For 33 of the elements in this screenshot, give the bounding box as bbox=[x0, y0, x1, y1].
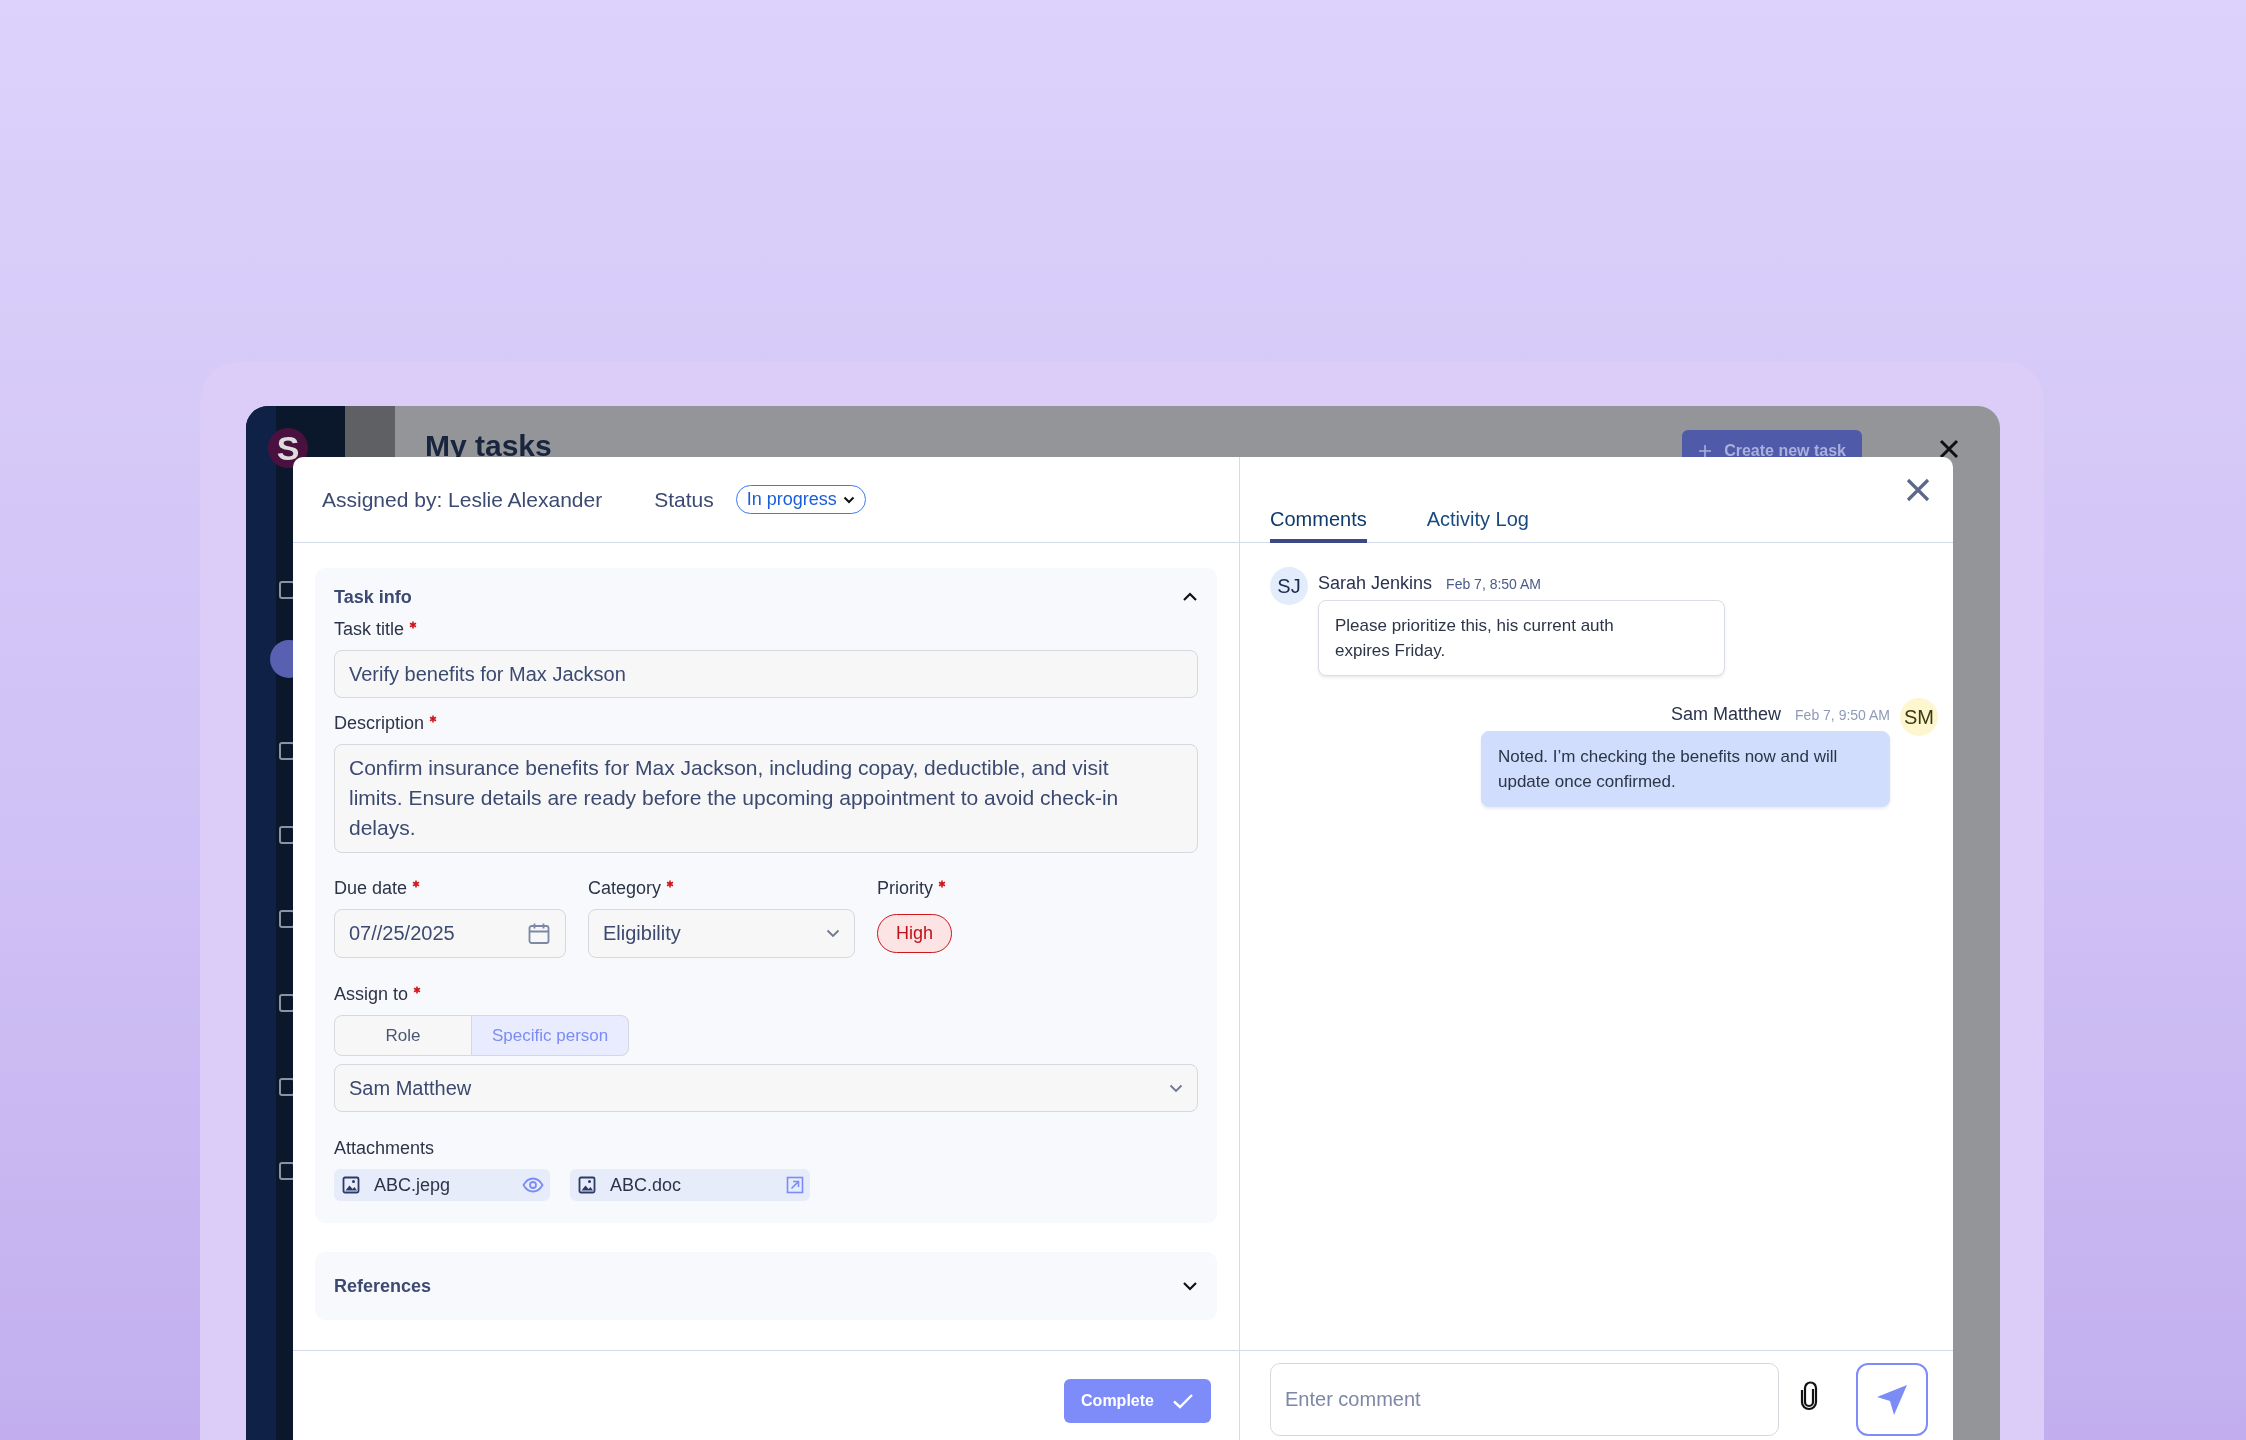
avatar: SM bbox=[1900, 698, 1938, 736]
task-title-field[interactable]: Verify benefits for Max Jackson bbox=[334, 650, 1198, 698]
comment-time: Feb 7, 9:50 AM bbox=[1795, 707, 1890, 723]
tab[interactable]: Comments bbox=[1270, 508, 1367, 543]
avatar: SJ bbox=[1270, 567, 1308, 605]
field-label: Priority bbox=[877, 877, 933, 899]
priority-badge[interactable]: High bbox=[877, 914, 953, 953]
assigned-by-text: Assigned by: Leslie Alexander bbox=[322, 487, 603, 512]
tab[interactable]: Activity Log bbox=[1426, 508, 1529, 543]
attachment-chip[interactable]: ABC.jepg bbox=[334, 1169, 550, 1201]
segment-option[interactable]: Role bbox=[334, 1015, 472, 1056]
status-label: Status bbox=[654, 487, 714, 512]
comment-bubble: Noted. I’m checking the benefits now and will update once confirmed. bbox=[1481, 731, 1890, 807]
comment-author: Sarah Jenkins bbox=[1318, 573, 1433, 594]
comment-bubble: Please prioritize this, his current auth expires Friday. bbox=[1318, 600, 1725, 676]
field-label: Attachments bbox=[334, 1137, 435, 1159]
attachment-chip[interactable]: ABC.doc bbox=[570, 1169, 810, 1201]
field-label: Category bbox=[588, 877, 662, 899]
field-label: Description bbox=[334, 712, 425, 734]
field-label: Assign to bbox=[334, 983, 409, 1005]
comment-time: Feb 7, 8:50 AM bbox=[1446, 576, 1542, 592]
comment-author: Sam Matthew bbox=[1671, 704, 1782, 725]
section-title: References bbox=[334, 1275, 432, 1297]
app-logo: S bbox=[268, 428, 308, 468]
field-label: Due date bbox=[334, 877, 408, 899]
field-label: Task title bbox=[334, 618, 405, 640]
status-dropdown[interactable]: In progress bbox=[735, 485, 866, 514]
description-field[interactable]: Confirm insurance benefits for Max Jackson, including copay, deductible, and visit limits. Ensure details are ready before the upcoming appointment to avoid check-in delays. bbox=[334, 744, 1198, 853]
section-title: Task info bbox=[334, 586, 412, 608]
due-date-field[interactable]: 07//25/2025 bbox=[334, 909, 566, 958]
category-dropdown[interactable]: Eligibility bbox=[588, 909, 855, 958]
comment-input[interactable]: Enter comment bbox=[1270, 1363, 1779, 1436]
assignee-dropdown[interactable]: Sam Matthew bbox=[334, 1064, 1198, 1112]
